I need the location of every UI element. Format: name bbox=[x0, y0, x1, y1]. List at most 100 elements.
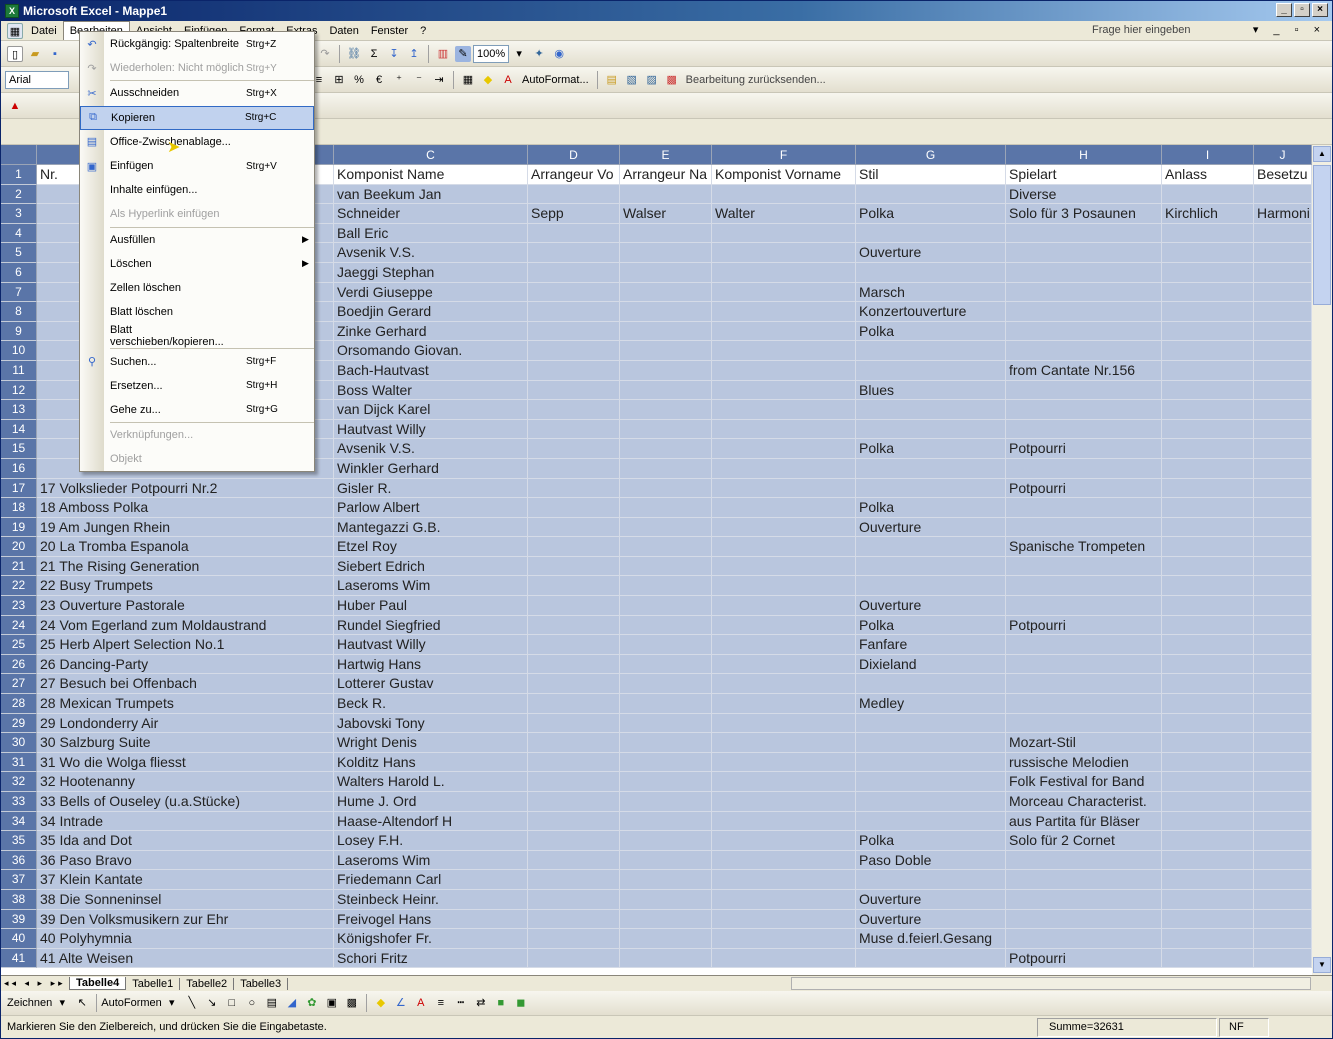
cell[interactable] bbox=[1006, 850, 1162, 871]
cell[interactable]: Boss Walter bbox=[334, 380, 528, 401]
cell[interactable]: Spanische Trompeten bbox=[1006, 537, 1162, 557]
cell[interactable] bbox=[1162, 517, 1254, 538]
cell[interactable] bbox=[856, 184, 1006, 205]
row-header[interactable]: 14 bbox=[1, 419, 37, 440]
cell[interactable] bbox=[1162, 576, 1254, 597]
row-header[interactable]: 32 bbox=[1, 772, 37, 792]
cell[interactable] bbox=[1162, 262, 1254, 283]
cell[interactable]: Walter bbox=[712, 204, 856, 224]
cell[interactable] bbox=[1254, 517, 1312, 538]
cell[interactable] bbox=[1006, 889, 1162, 910]
cell[interactable]: Avsenik V.S. bbox=[334, 243, 528, 263]
cell[interactable] bbox=[712, 341, 856, 361]
cell[interactable] bbox=[528, 615, 620, 636]
cell[interactable]: Polka bbox=[856, 831, 1006, 851]
column-header-j[interactable]: J bbox=[1254, 145, 1312, 165]
row-header[interactable]: 17 bbox=[1, 478, 37, 499]
vertical-scrollbar[interactable]: ▲ ▼ bbox=[1312, 145, 1332, 975]
cell[interactable]: 31 Wo die Wolga fliesst bbox=[37, 752, 334, 773]
cell[interactable]: Jabovski Tony bbox=[334, 713, 528, 734]
cell[interactable] bbox=[1254, 889, 1312, 910]
row-header[interactable]: 20 bbox=[1, 537, 37, 557]
cell[interactable] bbox=[856, 811, 1006, 832]
cell[interactable] bbox=[712, 243, 856, 263]
cell[interactable] bbox=[1254, 850, 1312, 871]
cell[interactable] bbox=[528, 517, 620, 538]
row-header[interactable]: 1 bbox=[1, 165, 37, 185]
cell[interactable] bbox=[1254, 811, 1312, 832]
cell[interactable] bbox=[1254, 792, 1312, 812]
euro-icon[interactable]: € bbox=[371, 72, 387, 88]
cell[interactable] bbox=[1006, 380, 1162, 401]
wordart-icon[interactable]: ◢ bbox=[284, 995, 300, 1011]
cell[interactable]: Avsenik V.S. bbox=[334, 439, 528, 459]
column-header-c[interactable]: C bbox=[334, 145, 528, 165]
cell[interactable] bbox=[620, 576, 712, 597]
menu-item[interactable]: ▣ Einfügen Strg+V bbox=[80, 154, 314, 178]
cell[interactable] bbox=[712, 223, 856, 244]
cell[interactable] bbox=[1006, 674, 1162, 695]
cell[interactable]: 38 Die Sonneninsel bbox=[37, 889, 334, 910]
cell[interactable]: Muse d.feierl.Gesang bbox=[856, 929, 1006, 949]
tab-tabelle2[interactable]: Tabelle2 bbox=[180, 977, 235, 990]
document-window-controls[interactable]: ▾ _ ▫ × bbox=[1253, 23, 1326, 36]
cell[interactable] bbox=[712, 458, 856, 479]
cell[interactable] bbox=[1162, 654, 1254, 675]
menu-datei[interactable]: Datei bbox=[25, 22, 63, 40]
row-header[interactable]: 27 bbox=[1, 674, 37, 695]
cell[interactable]: 27 Besuch bei Offenbach bbox=[37, 674, 334, 695]
cell[interactable] bbox=[528, 850, 620, 871]
cell[interactable] bbox=[1006, 576, 1162, 597]
cell[interactable] bbox=[1162, 458, 1254, 479]
cell[interactable] bbox=[712, 439, 856, 459]
menu-item[interactable]: Ersetzen... Strg+H bbox=[80, 374, 314, 398]
cell[interactable] bbox=[712, 772, 856, 792]
cell[interactable] bbox=[1162, 400, 1254, 420]
cell[interactable] bbox=[1162, 498, 1254, 518]
cell[interactable] bbox=[1254, 635, 1312, 655]
row-header[interactable]: 24 bbox=[1, 615, 37, 636]
cell[interactable] bbox=[856, 341, 1006, 361]
cell[interactable]: Morceau Characterist. bbox=[1006, 792, 1162, 812]
cell[interactable] bbox=[1254, 870, 1312, 890]
cell[interactable]: Zinke Gerhard bbox=[334, 321, 528, 342]
cell[interactable] bbox=[528, 458, 620, 479]
row-header[interactable]: 10 bbox=[1, 341, 37, 361]
cell[interactable] bbox=[712, 596, 856, 616]
font-select[interactable]: Arial bbox=[5, 70, 69, 89]
cell[interactable] bbox=[620, 635, 712, 655]
cell[interactable] bbox=[528, 889, 620, 910]
cell[interactable] bbox=[1006, 419, 1162, 440]
menu-item[interactable]: ▤ Office-Zwischenablage... bbox=[80, 130, 314, 154]
menu-item[interactable]: Ausfüllen ▶ bbox=[80, 228, 314, 252]
cell[interactable] bbox=[1162, 478, 1254, 499]
cell[interactable] bbox=[1254, 596, 1312, 616]
cell[interactable] bbox=[1162, 556, 1254, 577]
cell[interactable] bbox=[856, 223, 1006, 244]
cell[interactable] bbox=[712, 811, 856, 832]
cell[interactable]: Rundel Siegfried bbox=[334, 615, 528, 636]
line-style-icon[interactable]: ≡ bbox=[433, 995, 449, 1011]
cell[interactable] bbox=[1254, 674, 1312, 695]
cell[interactable] bbox=[620, 458, 712, 479]
cell[interactable] bbox=[528, 556, 620, 577]
cell[interactable] bbox=[856, 262, 1006, 283]
cell[interactable]: Huber Paul bbox=[334, 596, 528, 616]
cell[interactable]: Haase-Altendorf H bbox=[334, 811, 528, 832]
cell[interactable]: Potpourri bbox=[1006, 948, 1162, 969]
cell[interactable] bbox=[528, 929, 620, 949]
cell[interactable]: Marsch bbox=[856, 282, 1006, 303]
cell[interactable] bbox=[528, 419, 620, 440]
cell[interactable]: Laseroms Wim bbox=[334, 576, 528, 597]
cell[interactable] bbox=[528, 713, 620, 734]
menu-item[interactable]: Blatt löschen bbox=[80, 300, 314, 324]
cell[interactable]: Hautvast Willy bbox=[334, 419, 528, 440]
cell[interactable] bbox=[712, 654, 856, 675]
cell[interactable] bbox=[620, 184, 712, 205]
cell[interactable] bbox=[1006, 243, 1162, 263]
row-header[interactable]: 21 bbox=[1, 556, 37, 577]
cell[interactable] bbox=[528, 380, 620, 401]
row-header[interactable]: 41 bbox=[1, 948, 37, 969]
row-header[interactable]: 37 bbox=[1, 870, 37, 890]
sort-ascending-icon[interactable]: ↧ bbox=[386, 46, 402, 62]
